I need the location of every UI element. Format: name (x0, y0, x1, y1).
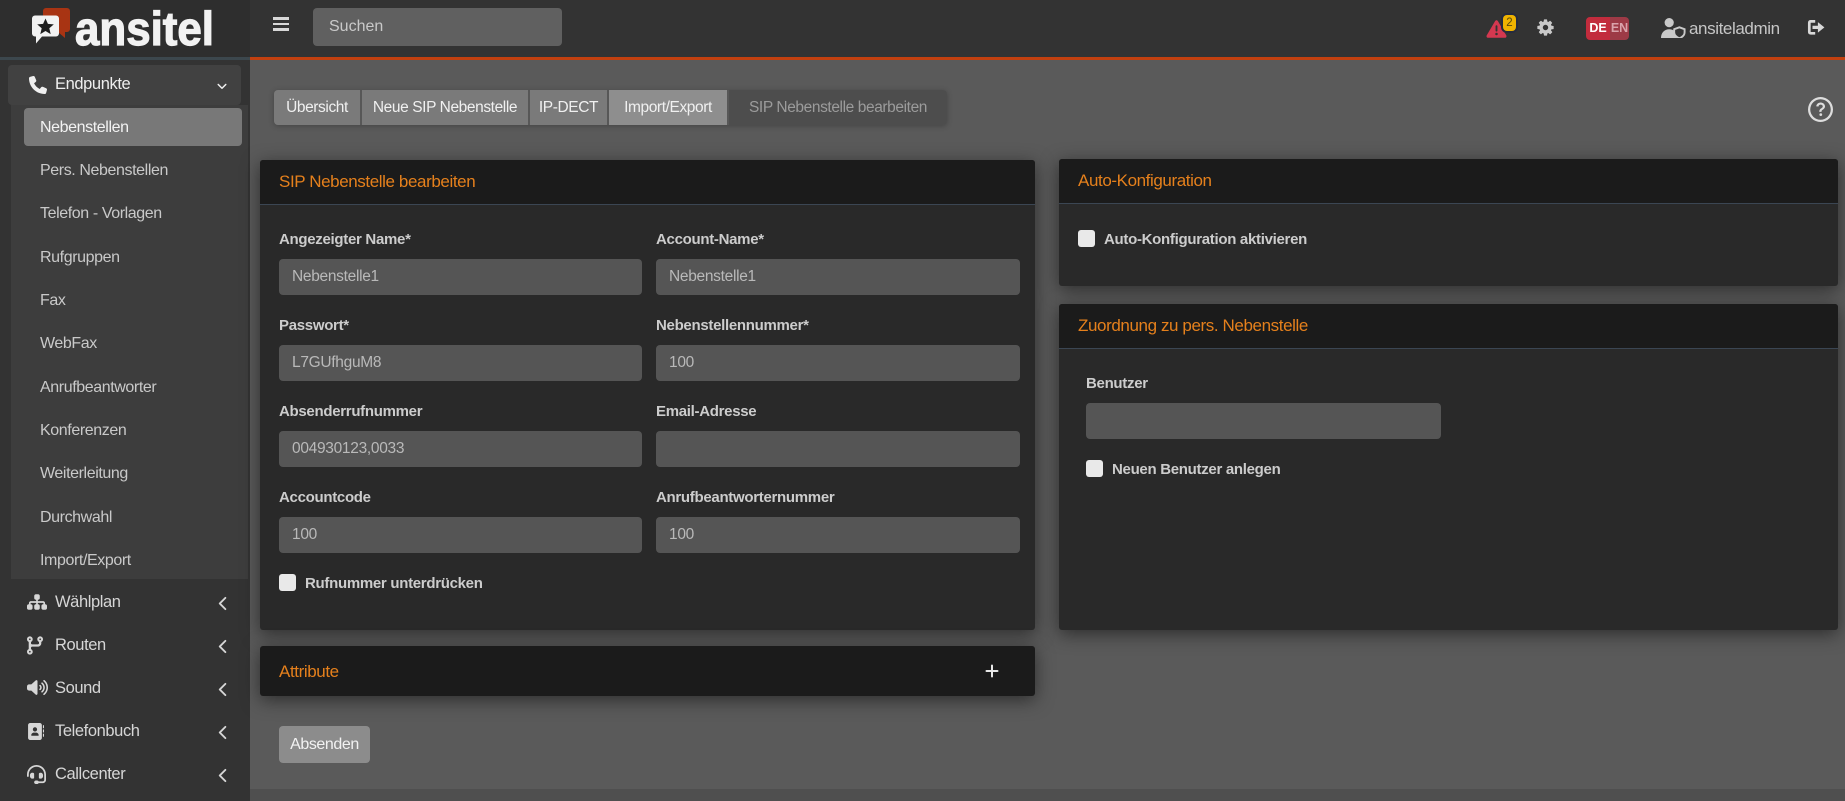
svg-text:ansitel: ansitel (75, 2, 214, 50)
